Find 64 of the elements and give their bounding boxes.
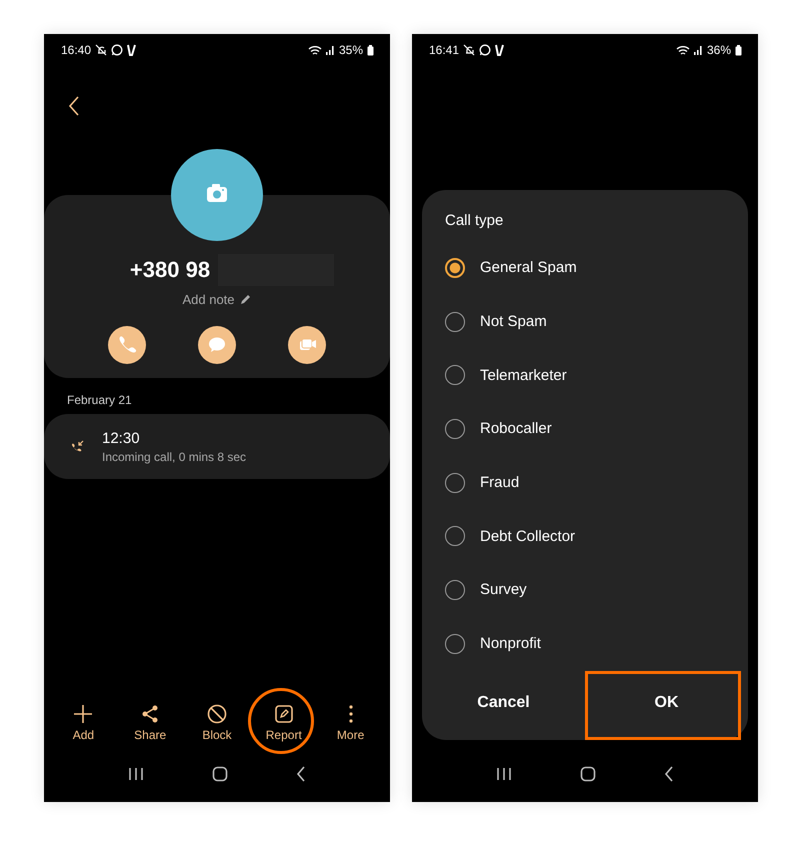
toolbar-button[interactable]: Report	[256, 704, 312, 742]
clock-time: 16:40	[61, 43, 92, 57]
call-detail: Incoming call, 0 mins 8 sec	[102, 450, 246, 464]
toolbar-button[interactable]: Block	[188, 704, 245, 742]
v-logo-icon	[127, 44, 136, 56]
radio-option[interactable]: General Spam	[445, 241, 748, 295]
recent-apps-icon[interactable]	[128, 767, 144, 781]
pencil-square-icon	[274, 704, 294, 724]
battery-percent: 36%	[706, 43, 731, 57]
toolbar-button[interactable]: Add	[55, 704, 112, 742]
radio-button[interactable]	[445, 634, 465, 654]
home-icon[interactable]	[212, 766, 228, 782]
call-time: 12:30	[102, 430, 141, 446]
back-icon[interactable]	[296, 766, 306, 782]
wifi-icon	[676, 44, 690, 56]
radio-button[interactable]	[445, 472, 465, 493]
dialog-button[interactable]: Cancel	[422, 670, 585, 734]
clock-time: 16:41	[429, 43, 460, 57]
message-button[interactable]	[198, 326, 236, 364]
radio-option[interactable]: Robocaller	[445, 402, 748, 456]
back-icon[interactable]	[664, 766, 674, 782]
battery-icon	[367, 44, 374, 56]
date-heading: February 21	[67, 393, 133, 409]
avatar-camera-icon	[171, 149, 263, 241]
radio-option[interactable]: Fraud	[445, 456, 748, 510]
dialog-title: Call type	[445, 212, 504, 231]
bell-off-icon	[463, 44, 476, 56]
home-icon[interactable]	[580, 766, 596, 782]
call-log-entry[interactable]: 12:30 Incoming call, 0 mins 8 sec	[44, 414, 390, 479]
dialog-button[interactable]: OK	[585, 670, 748, 734]
more-icon	[348, 704, 353, 724]
v-logo-icon	[495, 44, 504, 56]
wifi-icon	[308, 44, 322, 56]
block-icon	[206, 704, 227, 724]
radio-option[interactable]: Telemarketer	[445, 348, 748, 402]
incoming-call-icon	[69, 438, 85, 454]
chat-bubble-icon	[479, 44, 492, 56]
radio-button[interactable]	[445, 365, 465, 386]
radio-button[interactable]	[445, 418, 465, 439]
radio-option[interactable]: Survey	[445, 563, 748, 617]
call-button[interactable]	[108, 326, 146, 364]
phone-number: +380 98	[130, 257, 210, 283]
radio-option[interactable]: Not Spam	[445, 294, 748, 348]
radio-button[interactable]	[445, 580, 465, 600]
pencil-icon	[240, 293, 252, 305]
radio-button[interactable]	[445, 526, 465, 546]
battery-percent: 35%	[338, 43, 363, 57]
plus-icon	[73, 704, 94, 724]
add-note-link[interactable]: Add note	[182, 292, 235, 306]
bell-off-icon	[95, 44, 108, 56]
radio-option[interactable]: Nonprofit	[445, 616, 748, 670]
battery-icon	[735, 44, 742, 56]
radio-button[interactable]	[445, 258, 465, 278]
share-icon	[140, 704, 160, 724]
chat-bubble-icon	[111, 44, 124, 56]
radio-option[interactable]: Debt Collector	[445, 509, 748, 564]
recent-apps-icon[interactable]	[496, 767, 512, 781]
signal-icon	[326, 45, 335, 55]
toolbar-button[interactable]: More	[322, 704, 379, 742]
video-call-button[interactable]	[288, 326, 326, 364]
toolbar-button[interactable]: Share	[122, 704, 178, 742]
radio-button[interactable]	[445, 312, 465, 332]
signal-icon	[694, 45, 703, 55]
back-chevron-icon[interactable]	[68, 96, 80, 116]
